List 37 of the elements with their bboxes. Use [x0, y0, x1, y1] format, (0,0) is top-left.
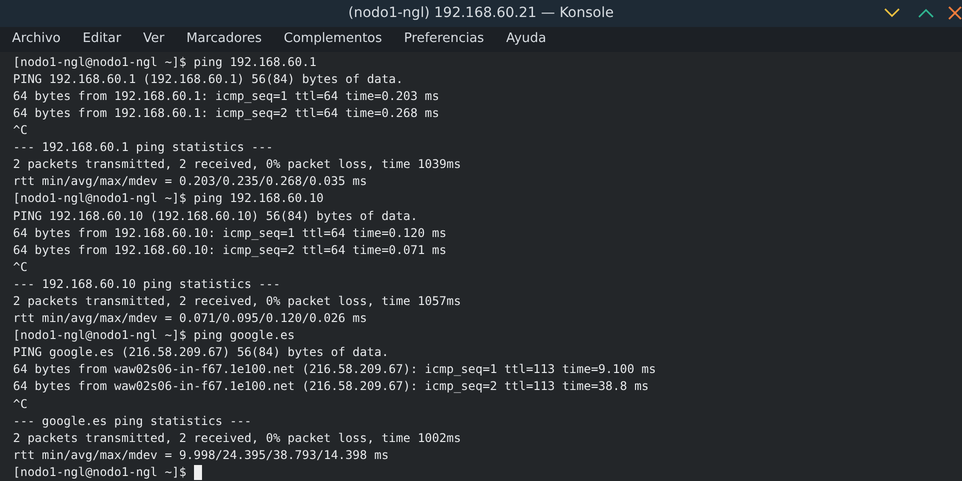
menu-item[interactable]: Archivo	[12, 29, 61, 49]
chevron-up-icon	[918, 8, 934, 18]
terminal-line: --- 192.168.60.1 ping statistics ---	[13, 139, 274, 156]
text-cursor	[194, 464, 202, 480]
window-title: (nodo1-ngl) 192.168.60.21 — Konsole	[348, 4, 614, 23]
terminal-line: ^C	[13, 396, 28, 413]
terminal-line: [nodo1-ngl@nodo1-ngl ~]$ ping google.es	[13, 327, 295, 344]
terminal-line: 2 packets transmitted, 2 received, 0% packet loss, time 1057ms	[13, 292, 461, 310]
terminal-line: 2 packets transmitted, 2 received, 0% packet loss, time 1002ms	[13, 430, 461, 447]
close-icon	[948, 6, 962, 20]
chevron-down-icon	[884, 8, 900, 18]
menu-item[interactable]: Marcadores	[186, 29, 262, 49]
terminal-line: rtt min/avg/max/mdev = 0.203/0.235/0.268/0.035 ms	[13, 173, 368, 190]
terminal-line: 64 bytes from waw02s06-in-f67.1e100.net (216.58.209.67): icmp_seq=1 ttl=113 time=9.100 ms	[13, 361, 656, 378]
menu-item[interactable]: Editar	[82, 29, 122, 49]
terminal-line: 64 bytes from waw02s06-in-f67.1e100.net (216.58.209.67): icmp_seq=2 ttl=113 time=38.8 ms	[13, 378, 649, 396]
terminal-line: 2 packets transmitted, 2 received, 0% packet loss, time 1039ms	[13, 156, 461, 174]
terminal-line: --- google.es ping statistics ---	[13, 412, 252, 430]
terminal-line: rtt min/avg/max/mdev = 9.998/24.395/38.793/14.398 ms	[13, 446, 389, 464]
terminal-line: 64 bytes from 192.168.60.1: icmp_seq=2 ttl=64 time=0.268 ms	[13, 104, 440, 122]
terminal-line: [nodo1-ngl@nodo1-ngl ~]$ ping 192.168.60.1	[13, 54, 316, 71]
menu-item[interactable]: Preferencias	[404, 29, 484, 49]
terminal-prompt: [nodo1-ngl@nodo1-ngl ~]$	[13, 464, 188, 481]
terminal-line: --- 192.168.60.10 ping statistics ---	[13, 276, 280, 293]
terminal-line: 64 bytes from 192.168.60.10: icmp_seq=1 ttl=64 time=0.120 ms	[13, 224, 446, 242]
menu-item[interactable]: Complementos	[284, 29, 382, 49]
terminal-line: [nodo1-ngl@nodo1-ngl ~]$ ping 192.168.60.10	[13, 190, 324, 208]
terminal-line: PING 192.168.60.1 (192.168.60.1) 56(84) bytes of data.	[13, 70, 404, 88]
terminal-line: 64 bytes from 192.168.60.1: icmp_seq=1 ttl=64 time=0.203 ms	[13, 88, 440, 105]
terminal-line: PING 192.168.60.10 (192.168.60.10) 56(84) bytes of data.	[13, 208, 418, 224]
terminal-line: 64 bytes from 192.168.60.10: icmp_seq=2 ttl=64 time=0.071 ms	[13, 242, 446, 259]
terminal-line: rtt min/avg/max/mdev = 0.071/0.095/0.120/0.026 ms	[13, 310, 368, 328]
terminal-line: ^C	[13, 258, 28, 276]
menu-item[interactable]: Ver	[143, 29, 164, 49]
terminal-line: ^C	[13, 122, 28, 140]
terminal-line: PING google.es (216.58.209.67) 56(84) bytes of data.	[13, 344, 389, 362]
menu-item[interactable]: Ayuda	[506, 29, 546, 49]
